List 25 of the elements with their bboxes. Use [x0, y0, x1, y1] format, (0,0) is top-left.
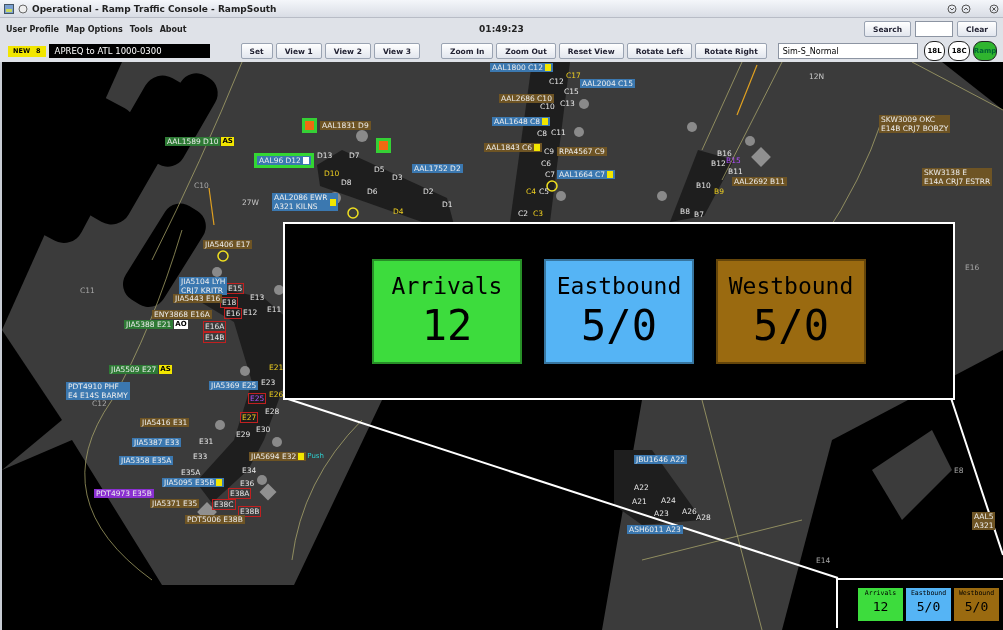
circle-icon: [18, 3, 28, 14]
scenario-field[interactable]: Sim-S_Normal: [777, 43, 918, 59]
counter-value: 12: [872, 597, 889, 616]
window-title: Operational - Ramp Traffic Console - RampSouth: [32, 3, 277, 14]
maximize-icon[interactable]: [961, 3, 971, 14]
message-bar: APREQ to ATL 1000-0300: [48, 44, 210, 58]
menu-item[interactable]: About: [159, 24, 187, 34]
counter-value: 5/0: [916, 597, 941, 616]
counter-value: 5/0: [753, 303, 829, 349]
counter-value: 5/0: [581, 303, 657, 349]
menu-item[interactable]: Tools: [129, 24, 153, 34]
close-icon[interactable]: [989, 3, 999, 14]
menu-item[interactable]: Map Options: [65, 24, 123, 34]
counter-label: Westbound: [728, 273, 854, 299]
stand-marker-icon: [376, 138, 391, 153]
counter-label: Arrivals: [391, 273, 503, 299]
search-field[interactable]: [915, 21, 954, 37]
menu-item[interactable]: User Profile: [6, 24, 59, 34]
counter-value: 5/0: [964, 597, 989, 616]
stand-marker-icon: [302, 118, 317, 133]
counter-label: Eastbound: [556, 273, 682, 299]
counter-value: 12: [421, 303, 473, 349]
clock: 01:49:23: [479, 24, 524, 34]
app-icon: [4, 3, 14, 14]
minimize-icon[interactable]: [947, 3, 957, 14]
